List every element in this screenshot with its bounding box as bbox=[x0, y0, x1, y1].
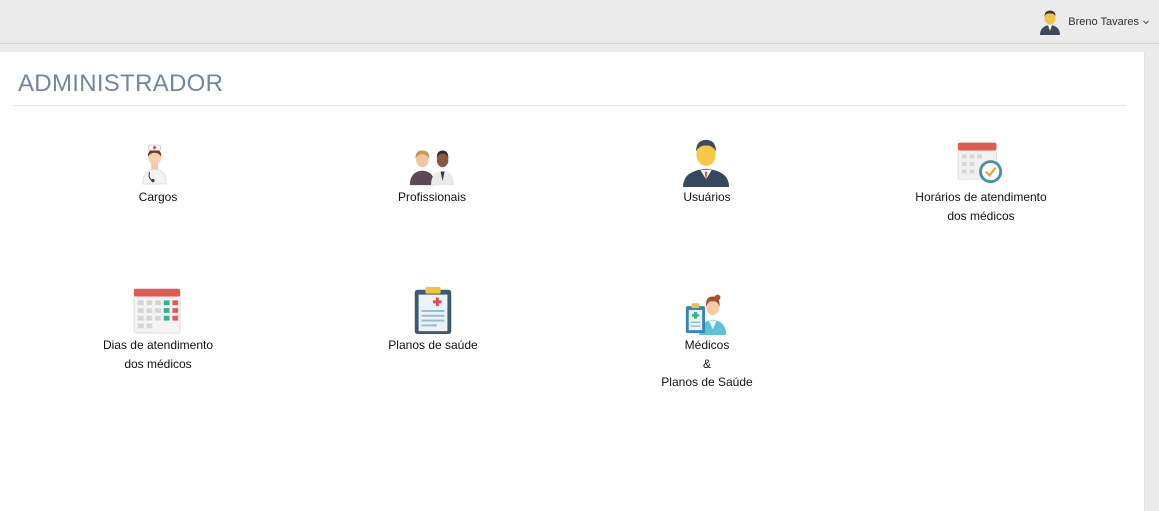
tile-cargos[interactable]: Cargos bbox=[78, 137, 238, 207]
tile-label: Dias de atendimento dos médicos bbox=[102, 338, 214, 371]
tile-usuarios[interactable]: Usuários bbox=[627, 137, 787, 207]
user-menu[interactable]: Breno Tavares bbox=[1038, 8, 1150, 36]
tile-label: Usuários bbox=[683, 190, 731, 204]
calendar-clock-icon bbox=[957, 142, 1003, 184]
tile-dias-atendimento[interactable]: Dias de atendimento dos médicos bbox=[78, 285, 238, 373]
doctor-clipboard-icon bbox=[685, 294, 727, 335]
tile-label: Planos de saúde bbox=[388, 338, 478, 352]
tile-planos-saude[interactable]: Planos de saúde bbox=[353, 285, 513, 355]
clipboard-medical-icon bbox=[414, 286, 452, 335]
main-panel: ADMINISTRADOR Cargos Profissionais Usuár… bbox=[0, 52, 1145, 511]
tile-profissionais[interactable]: Profissionais bbox=[352, 137, 512, 207]
nurse-icon bbox=[142, 144, 167, 185]
page-title: ADMINISTRADOR bbox=[18, 70, 224, 97]
user-name: Breno Tavares bbox=[1068, 16, 1139, 28]
tile-label: Cargos bbox=[138, 190, 178, 204]
title-divider bbox=[13, 105, 1126, 106]
tile-label: Médicos & Planos de Saúde bbox=[661, 338, 753, 389]
professionals-icon bbox=[409, 150, 455, 186]
tile-label: Profissionais bbox=[397, 190, 467, 204]
calendar-icon bbox=[133, 288, 181, 334]
user-avatar-icon bbox=[1040, 10, 1061, 35]
top-navbar: Breno Tavares bbox=[0, 0, 1159, 44]
tile-medicos-planos[interactable]: Médicos & Planos de Saúde bbox=[627, 285, 787, 392]
user-icon bbox=[682, 139, 730, 187]
chevron-down-icon bbox=[1143, 20, 1149, 25]
tile-label: Horários de atendimento dos médicos bbox=[915, 190, 1047, 223]
tile-horarios-atendimento[interactable]: Horários de atendimento dos médicos bbox=[901, 137, 1061, 225]
